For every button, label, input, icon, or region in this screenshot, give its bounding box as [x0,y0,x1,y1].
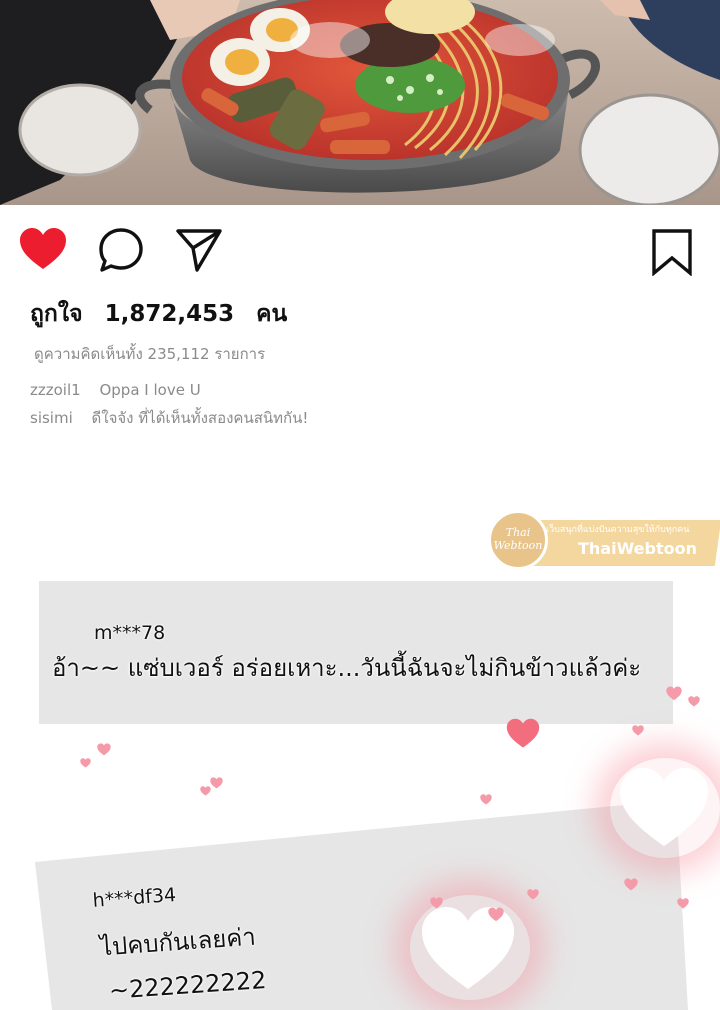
heart-icon [80,758,91,768]
comment-bubble-tilted [35,800,688,1010]
heart-icon [506,718,540,749]
heart-icon [624,878,638,891]
heart-icon [677,898,689,909]
heart-icon [488,907,504,922]
heart-icon [97,743,111,756]
heart-icon [210,777,223,789]
heart-icon [632,725,644,736]
heart-icon [527,889,539,900]
heart-icon [200,786,211,796]
heart-icon [688,696,700,707]
heart-icon [430,897,443,909]
heart-icon [666,686,682,701]
heart-icon [618,766,710,850]
heart-icon [480,794,492,805]
